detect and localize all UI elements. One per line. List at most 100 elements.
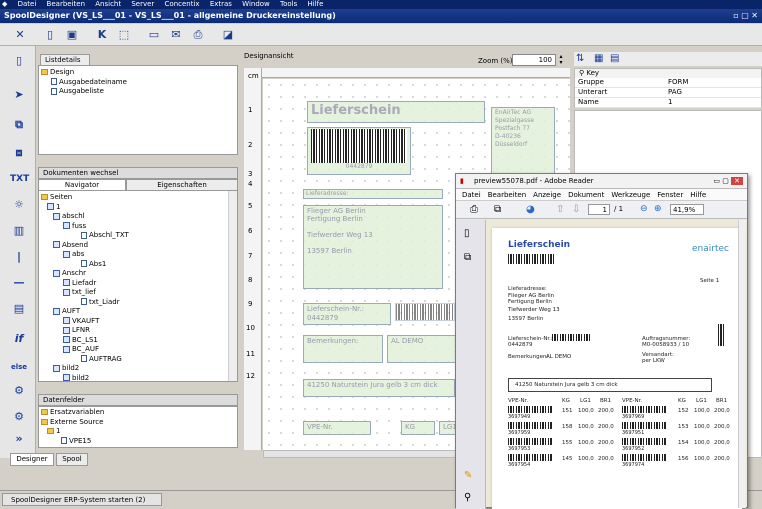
barcode-field[interactable]: 0442879 — [307, 127, 411, 175]
menu-werkzeuge[interactable]: Werkzeuge — [611, 191, 650, 199]
list-item[interactable]: Ausgabeliste — [41, 87, 235, 97]
mail-icon[interactable]: ✉ — [168, 27, 184, 43]
bemerkungen-field[interactable]: AL DEMO — [387, 335, 463, 363]
paperclip-icon[interactable]: ⚲ — [464, 492, 471, 503]
multi-frame-icon[interactable]: ⧈ — [10, 144, 28, 162]
tree-node[interactable]: txt_Liadr — [41, 298, 235, 308]
bemerkungen-label-field[interactable]: Bemerkungen: — [303, 335, 383, 363]
menu-bearbeiten[interactable]: Bearbeiten — [488, 191, 526, 199]
sun-icon[interactable]: ☼ — [10, 196, 28, 214]
line-tool-icon[interactable]: | — [10, 248, 28, 266]
zoom-in-icon[interactable]: ⊕ — [654, 204, 662, 214]
pointer-icon[interactable]: ➤ — [10, 86, 28, 104]
maximize-icon[interactable]: ▢ — [722, 177, 729, 185]
tree-node[interactable]: Abs1 — [41, 260, 235, 270]
tree-node[interactable]: abschl — [41, 212, 235, 222]
sort-icon[interactable]: ⇅ — [576, 53, 584, 64]
folder-icon[interactable]: ▭ — [146, 27, 162, 43]
tree-node[interactable]: Absend — [41, 241, 235, 251]
tree-node[interactable]: Liefadr — [41, 279, 235, 289]
tree-node[interactable]: Ersatzvariablen — [41, 408, 235, 418]
comments-icon[interactable]: ✎ — [464, 470, 472, 481]
more-icon[interactable]: » — [10, 430, 28, 448]
menu-concentix[interactable]: Concentix — [165, 0, 200, 9]
sender-field[interactable]: EnAirTec AG Spezialgasse Postfach 77 D-4023… — [491, 107, 555, 177]
tree-node[interactable]: AUFT — [41, 307, 235, 317]
kg-column-header[interactable]: KG — [401, 421, 435, 435]
reader-scrollbar[interactable] — [738, 220, 746, 508]
page-icon[interactable]: ▯ — [10, 52, 28, 70]
tree-scrollbar[interactable] — [228, 191, 237, 381]
preview-icon[interactable]: ◪ — [220, 27, 236, 43]
tree-node[interactable]: bild2 — [41, 364, 235, 374]
tree-node[interactable]: BC_LS1 — [41, 336, 235, 346]
barcode-tool-icon[interactable]: ▥ — [10, 222, 28, 240]
menu-server[interactable]: Server — [131, 0, 154, 9]
next-page-icon[interactable]: ⇩ — [572, 204, 580, 215]
if-tool-icon[interactable]: if — [10, 330, 28, 348]
tree-node[interactable]: abs — [41, 250, 235, 260]
tab-designer[interactable]: Designer — [10, 453, 54, 466]
menu-fenster[interactable]: Fenster — [657, 191, 683, 199]
tree-node[interactable]: Abschl_TXT — [41, 231, 235, 241]
print-icon[interactable]: ⎙ — [190, 27, 206, 43]
menu-datei[interactable]: Datei — [462, 191, 481, 199]
title-field[interactable]: Lieferschein — [307, 101, 485, 123]
menu-bearbeiten[interactable]: Bearbeiten — [47, 0, 85, 9]
menu-dokument[interactable]: Dokument — [568, 191, 604, 199]
k-icon[interactable]: K — [94, 27, 110, 43]
save-icon[interactable]: ▣ — [64, 27, 80, 43]
tree-node[interactable]: 1 — [41, 203, 235, 213]
position-line-field[interactable]: 41250 Naturstein Jura gelb 3 cm dick — [303, 379, 455, 397]
tab-spool[interactable]: Spool — [56, 453, 88, 466]
frame-icon[interactable]: ⧉ — [10, 116, 28, 134]
else-tool-icon[interactable]: else — [10, 358, 28, 376]
tree-node[interactable]: VKAUFT — [41, 317, 235, 327]
menu-hilfe[interactable]: Hilfe — [308, 0, 324, 9]
address-field[interactable]: Flieger AG Berlin Fertigung Berlin Tiefwe… — [303, 205, 443, 289]
category-icon[interactable]: ▦ — [594, 53, 603, 64]
list-item[interactable]: Ausgabedateiname — [41, 78, 235, 88]
zoom-field[interactable]: 41,9% — [670, 204, 704, 215]
attach-icon[interactable]: ⧉ — [494, 204, 501, 215]
tree-node[interactable]: txt_lief — [41, 288, 235, 298]
page-input[interactable]: 1 — [588, 204, 610, 215]
tree-node[interactable]: VPE15 — [41, 437, 235, 447]
prev-page-icon[interactable]: ⇧ — [556, 204, 564, 215]
zoom-out-icon[interactable]: ⊖ — [640, 204, 648, 214]
text-tool-icon[interactable]: TXT — [10, 170, 29, 188]
tree-node[interactable]: AUFTRAG — [41, 355, 235, 365]
tree-node[interactable]: 1 — [41, 427, 235, 437]
minimize-icon[interactable]: ▫ — [733, 11, 738, 20]
close-icon[interactable]: ✕ — [751, 11, 758, 20]
pages-panel-icon[interactable]: ▯ — [464, 228, 470, 239]
menu-hilfe[interactable]: Hilfe — [690, 191, 706, 199]
minimize-icon[interactable]: ▭ — [713, 177, 720, 185]
restore-icon[interactable]: ▢ — [741, 11, 749, 20]
tree-node[interactable]: Seiten — [41, 193, 235, 203]
prop-row[interactable]: Unterart PAG — [575, 87, 761, 98]
barcode-ls-icon[interactable] — [395, 303, 455, 321]
list-item[interactable]: Design — [41, 68, 235, 78]
tree-node[interactable]: bild2 — [41, 374, 235, 381]
close-icon[interactable]: ✕ — [731, 177, 743, 185]
print-icon[interactable]: ⎙ — [470, 204, 478, 215]
close-doc-icon[interactable]: ✕ — [12, 27, 28, 43]
new-doc-icon[interactable]: ▯ — [42, 27, 58, 43]
tree-node[interactable]: LFNR — [41, 326, 235, 336]
menu-ansicht[interactable]: Ansicht — [95, 0, 121, 9]
zoom-input[interactable]: 100 — [512, 54, 556, 66]
zoom-spinner-icon[interactable]: ▴ ▾ — [557, 54, 565, 66]
lieferschein-nr-field[interactable]: Lieferschein-Nr.: 0442879 — [303, 303, 391, 325]
menu-tools[interactable]: Tools — [280, 0, 297, 9]
menu-window[interactable]: Window — [242, 0, 270, 9]
menu-datei[interactable]: Datei — [18, 0, 37, 9]
tree-node[interactable]: Externe Source — [41, 418, 235, 428]
doc-tool-icon[interactable]: ▤ — [10, 300, 28, 318]
tree-node[interactable]: fuss — [41, 222, 235, 232]
cube-icon[interactable]: ⬚ — [116, 27, 132, 43]
list-view-icon[interactable]: ▤ — [610, 53, 619, 64]
prop-row[interactable]: Name 1 — [575, 97, 761, 108]
tree-node[interactable]: Anschr — [41, 269, 235, 279]
menu-anzeige[interactable]: Anzeige — [533, 191, 561, 199]
